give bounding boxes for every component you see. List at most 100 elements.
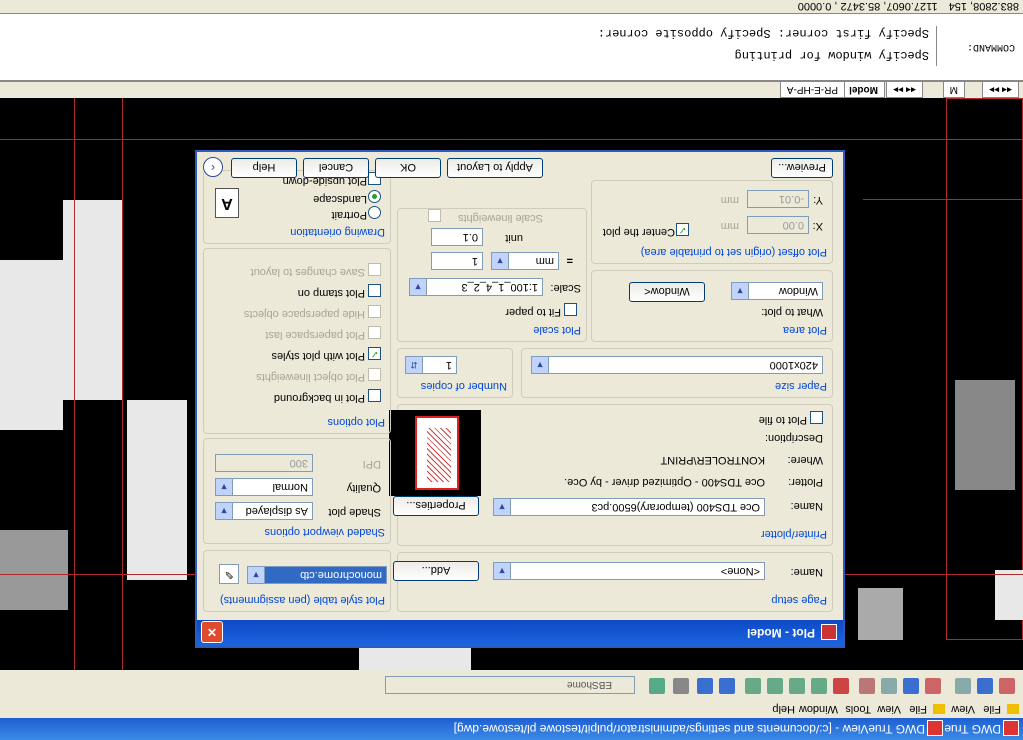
tab-model[interactable]: Model	[842, 80, 885, 98]
add-button[interactable]: Add...	[393, 561, 479, 581]
menu-bar: File View File View Tools Window Help	[0, 700, 1023, 718]
layer-icon[interactable]	[767, 678, 783, 694]
menu-file-short[interactable]: File	[983, 700, 1001, 718]
plot-option-checkbox[interactable]: ✓	[368, 347, 381, 360]
what-to-plot-select[interactable]: Window ▼	[731, 282, 823, 300]
plot-option-checkbox[interactable]	[368, 389, 381, 402]
quality-label: Quality	[346, 482, 381, 494]
folder-icon[interactable]	[933, 704, 945, 714]
measure-icon[interactable]	[811, 678, 827, 694]
layer-dropdown[interactable]: EBShome	[385, 676, 635, 694]
more-options-icon[interactable]: ‹	[203, 157, 223, 177]
orientation-preview-icon: A	[215, 188, 239, 218]
command-label: COMMAND:	[936, 26, 1015, 66]
scale-lineweights-label: Scale lineweights	[458, 212, 543, 224]
zoom-in-icon[interactable]	[719, 678, 735, 694]
tab-layout[interactable]: PR-E-HP-A	[779, 80, 845, 98]
offset-y-input[interactable]: -0.01	[747, 190, 809, 208]
command-line-2: Specify first corner: Specify opposite c…	[597, 26, 929, 40]
chevron-down-icon: ▼	[492, 253, 509, 269]
settings-icon[interactable]	[673, 678, 689, 694]
menu-tools[interactable]: Tools	[845, 700, 871, 718]
plot-option-checkbox[interactable]	[368, 305, 381, 318]
tab-nav-icon[interactable]: ◂◂ ▸▸	[982, 80, 1019, 98]
center-plot-checkbox[interactable]: ✓	[676, 223, 689, 236]
copies-stepper[interactable]: 1 ⇵	[405, 356, 457, 374]
apply-to-layout-button[interactable]: Apply to Layout	[447, 158, 543, 178]
preview-button[interactable]: Preview...	[771, 158, 833, 178]
close-button[interactable]: ✕	[201, 621, 223, 643]
chevron-down-icon: ▼	[494, 563, 511, 579]
dpi-input[interactable]: 300	[215, 454, 313, 472]
paper-size-select[interactable]: 420x1000 ▼	[531, 356, 823, 374]
plot-to-file-checkbox[interactable]	[810, 411, 823, 424]
unit-select[interactable]: mm ▼	[491, 252, 559, 270]
scale-select[interactable]: 1:100_1_4_2_3 ▼	[409, 278, 543, 296]
plot-icon	[821, 624, 837, 640]
paper-preview	[389, 410, 481, 496]
dpi-label: DPI	[362, 458, 381, 470]
zoom-previous-icon[interactable]	[859, 678, 875, 694]
scale-lineweights-checkbox[interactable]	[428, 209, 441, 222]
taskbar-title[interactable]: DWG True	[944, 718, 1001, 740]
help-button[interactable]: Help	[231, 158, 297, 178]
zoom-window-icon[interactable]	[881, 678, 897, 694]
plot-option-checkbox[interactable]	[368, 263, 381, 276]
publish-icon[interactable]	[955, 678, 971, 694]
portrait-radio[interactable]	[368, 206, 381, 219]
plot-style-value: monochrome.ctb	[300, 569, 382, 581]
plot-dialog: Plot - Model ✕ Page setup Name: <None> ▼…	[195, 150, 845, 648]
properties-button[interactable]: Properties...	[393, 496, 479, 516]
printer-name-label: Name:	[790, 500, 823, 512]
menu-file[interactable]: File	[909, 700, 927, 718]
markup-icon[interactable]	[789, 678, 805, 694]
plot-option-label: Save changes to layout	[250, 266, 365, 278]
cad-line	[863, 199, 1023, 200]
command-line[interactable]: COMMAND: Specify window for printing Spe…	[0, 12, 1023, 82]
page-setup-name-select[interactable]: <None> ▼	[493, 562, 765, 580]
menu-view-short[interactable]: View	[951, 700, 975, 718]
plot-icon[interactable]	[977, 678, 993, 694]
scale-denominator-input[interactable]: 0.1	[431, 228, 483, 246]
edit-icon[interactable]: ✎	[219, 564, 239, 584]
open-icon[interactable]	[999, 678, 1015, 694]
quality-select[interactable]: Normal ▼	[215, 478, 313, 496]
portrait-label: Portrait	[331, 209, 367, 221]
cancel-button[interactable]: Cancel	[303, 158, 369, 178]
cad-frame	[946, 98, 1023, 640]
zoom-icon[interactable]	[903, 678, 919, 694]
menu-help[interactable]: Help	[772, 700, 795, 718]
page-setup-name-label: Name:	[790, 566, 823, 578]
ok-button[interactable]: OK	[375, 158, 441, 178]
plot-option-checkbox[interactable]	[368, 326, 381, 339]
printer-name-select[interactable]: Oce TDS400 (temporary)6500.pc3 ▼	[493, 498, 765, 516]
spinner-icon[interactable]: ⇵	[406, 357, 423, 373]
toolbar: EBShome	[0, 669, 1023, 700]
plot-area-title: Plot area	[782, 324, 827, 336]
preview-paper	[415, 416, 459, 490]
tab-model-short[interactable]: M	[942, 80, 965, 98]
plot-option-checkbox[interactable]	[368, 284, 381, 297]
shade-plot-select[interactable]: As displayed ▼	[215, 502, 313, 520]
menu-window[interactable]: Window	[799, 700, 838, 718]
fit-to-paper-checkbox[interactable]	[564, 303, 577, 316]
properties-icon[interactable]	[745, 678, 761, 694]
plot-option-checkbox[interactable]	[368, 368, 381, 381]
window-button[interactable]: Window<	[629, 282, 705, 302]
scale-numerator-input[interactable]: 1	[431, 252, 483, 270]
layers-icon[interactable]	[649, 678, 665, 694]
orbit-icon[interactable]	[833, 678, 849, 694]
zoom-out-icon[interactable]	[697, 678, 713, 694]
plot-option-label: Plot paperspace last	[265, 329, 365, 341]
tab-nav-icon[interactable]: ◂◂ ▸▸	[886, 80, 923, 98]
chevron-down-icon: ▼	[216, 503, 233, 519]
offset-x-input[interactable]: 0.00	[747, 216, 809, 234]
pan-icon[interactable]	[925, 678, 941, 694]
folder-icon[interactable]	[1007, 704, 1019, 714]
menu-view[interactable]: View	[877, 700, 901, 718]
description-label: Description:	[764, 432, 823, 444]
landscape-radio[interactable]	[368, 190, 381, 203]
cad-table	[63, 200, 123, 400]
plot-style-select[interactable]: monochrome.ctb ▼	[247, 566, 387, 584]
page-setup-title: Page setup	[771, 594, 827, 606]
